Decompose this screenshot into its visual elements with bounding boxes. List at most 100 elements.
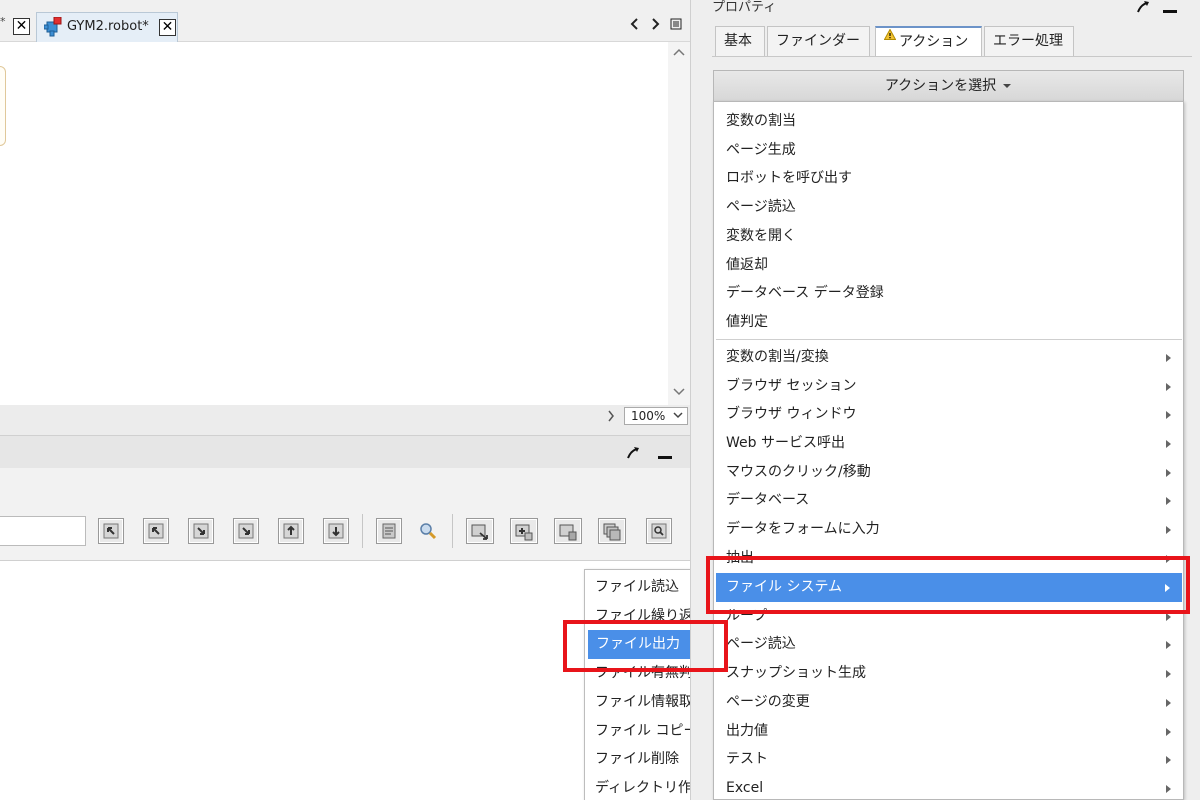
inspect-button[interactable] [646,518,672,544]
chevron-down-icon [673,411,683,419]
menu-item-label: ファイル システム [726,579,843,595]
caret-down-icon [1002,83,1012,89]
menu-item-label: 抽出 [726,550,754,566]
filter-input[interactable] [0,516,86,546]
document-button[interactable] [376,518,402,544]
minimize-button[interactable] [1163,10,1177,13]
menu-item-label: ブラウザ ウィンドウ [726,406,857,422]
menu-item-test[interactable]: テスト [714,745,1183,774]
menu-item-open-variable[interactable]: 変数を開く [714,222,1183,251]
tab-action[interactable]: アクション [875,26,982,57]
submenu-arrow-icon [1166,526,1171,534]
tab-underline [712,56,1192,57]
menu-item-test-value[interactable]: 値判定 [714,308,1183,337]
action-dropdown-menu: 変数の割当 ページ生成 ロボットを呼び出す ページ読込 変数を開く 値返却 デー… [713,101,1184,800]
chevron-right-icon[interactable] [607,410,615,422]
submenu-arrow-icon [1166,411,1171,419]
menu-item-label: データをフォームに入力 [726,521,880,537]
delete-window-button[interactable] [554,518,582,544]
submenu-arrow-icon [1166,756,1171,764]
scroll-down-icon[interactable] [673,388,685,396]
submenu-arrow-icon [1166,497,1171,505]
menu-item-assign-variable[interactable]: 変数の割当 [714,107,1183,136]
tab-label: アクション [899,34,969,50]
menu-item-label: マウスのクリック/移動 [726,464,871,480]
menu-item-label: スナップショット生成 [726,665,866,681]
menu-item-label: Web サービス呼出 [726,435,845,451]
copy-window-button[interactable] [598,518,626,544]
tab-list-icon[interactable] [670,18,682,30]
menu-item-browser-window[interactable]: ブラウザ ウィンドウ [714,400,1183,429]
editor-tab-close-button[interactable]: ✕ [159,19,176,36]
tab-label: エラー処理 [993,33,1063,49]
tab-basic[interactable]: 基本 [715,26,765,56]
submenu-arrow-icon [1166,383,1171,391]
menu-item-call-robot[interactable]: ロボットを呼び出す [714,164,1183,193]
menu-item-create-page[interactable]: ページ生成 [714,136,1183,165]
editor-tab-title: GYM2.robot* [67,19,149,34]
robot-file-icon [44,17,62,37]
move-up-left-button[interactable] [143,518,169,544]
menu-item-loop[interactable]: ループ [714,602,1183,631]
scroll-up-icon[interactable] [673,48,685,56]
previous-tab-close-button[interactable]: ✕ [13,18,30,35]
select-action-button[interactable]: アクションを選択 [713,70,1184,102]
minimize-button[interactable] [658,456,672,459]
menu-item-extract[interactable]: 抽出 [714,544,1183,573]
add-window-button[interactable] [510,518,538,544]
menu-item-excel[interactable]: Excel [714,774,1183,800]
editor-vertical-scrollbar[interactable] [668,42,690,405]
tab-error-handling[interactable]: エラー処理 [984,26,1074,56]
toolbar-separator [452,514,453,548]
lower-panel-header [0,436,690,468]
menu-item-label: 変数の割当/変換 [726,349,829,365]
menu-item-label: Excel [726,780,764,796]
menu-item-mouse-click-move[interactable]: マウスのクリック/移動 [714,458,1183,487]
previous-tab-fragment[interactable]: * [0,15,6,28]
menu-item-page-load[interactable]: ページ読込 [714,630,1183,659]
menu-item-file-system[interactable]: ファイル システム [716,573,1182,602]
move-bottom-right-button[interactable] [233,518,259,544]
zoom-select[interactable]: 100% [624,407,688,425]
move-up-button[interactable] [278,518,304,544]
menu-item-call-web-service[interactable]: Web サービス呼出 [714,429,1183,458]
menu-item-database[interactable]: データベース [714,486,1183,515]
menu-item-label: ブラウザ セッション [726,378,857,394]
menu-item-output-value[interactable]: 出力値 [714,717,1183,746]
open-window-button[interactable] [466,518,494,544]
lower-panel-toolbar-area [0,468,690,560]
move-down-right-button[interactable] [188,518,214,544]
submenu-arrow-icon [1166,555,1171,563]
submenu-arrow-icon [1166,613,1171,621]
move-down-button[interactable] [323,518,349,544]
robot-editor-canvas[interactable] [0,42,668,405]
menu-item-return-value[interactable]: 値返却 [714,251,1183,280]
menu-item-browser-session[interactable]: ブラウザ セッション [714,372,1183,401]
tab-label: 基本 [724,33,752,49]
toolbar-separator [362,514,363,548]
tab-scroll-left-icon[interactable] [630,18,640,30]
menu-item-assign-convert[interactable]: 変数の割当/変換 [714,343,1183,372]
menu-item-label: ページ読込 [726,636,796,652]
maximize-icon[interactable] [1136,0,1150,14]
menu-item-snapshot[interactable]: スナップショット生成 [714,659,1183,688]
robot-step-node[interactable] [0,66,6,146]
properties-panel-title: プロパティ [712,0,777,15]
menu-item-load-page[interactable]: ページ読込 [714,193,1183,222]
menu-item-label: テスト [726,751,768,767]
submenu-arrow-icon [1166,785,1171,793]
move-top-left-button[interactable] [98,518,124,544]
tab-scroll-right-icon[interactable] [650,18,660,30]
search-icon[interactable] [418,521,438,541]
submenu-arrow-icon [1166,699,1171,707]
menu-item-modify-page[interactable]: ページの変更 [714,688,1183,717]
menu-item-fill-form[interactable]: データをフォームに入力 [714,515,1183,544]
menu-item-label: ページの変更 [726,694,810,710]
select-action-label: アクションを選択 [884,78,997,94]
menu-item-store-in-database[interactable]: データベース データ登録 [714,279,1183,308]
maximize-icon[interactable] [626,446,640,460]
submenu-arrow-icon [1166,670,1171,678]
tab-finder[interactable]: ファインダー [767,26,870,56]
menu-item-label: ループ [726,608,768,624]
editor-tab-active[interactable]: GYM2.robot* ✕ [36,12,178,42]
